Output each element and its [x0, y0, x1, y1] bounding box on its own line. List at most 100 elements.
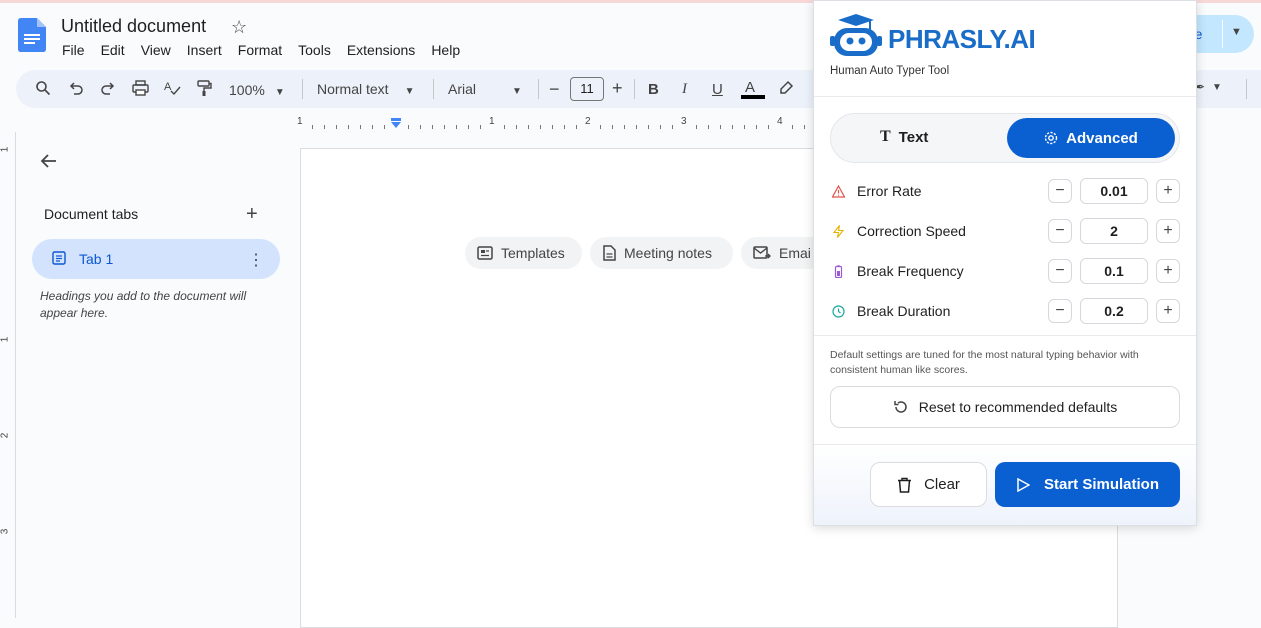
reset-label: Reset to recommended defaults: [918, 399, 1118, 415]
ruler-number: 3: [0, 528, 11, 535]
redo-icon[interactable]: [100, 80, 116, 96]
templates-chip[interactable]: Templates: [465, 237, 582, 269]
tab-advanced[interactable]: Advanced: [1007, 118, 1175, 158]
docs-logo-icon[interactable]: [18, 18, 46, 52]
headings-hint: Headings you add to the document will ap…: [40, 289, 247, 320]
correction-speed-decrease-button[interactable]: −: [1048, 219, 1072, 243]
tab-text-label: Text: [898, 128, 929, 146]
ruler-number: 1: [0, 336, 11, 343]
ruler-number: 1: [489, 116, 495, 127]
text-icon: T: [880, 128, 891, 145]
lightning-icon: [832, 224, 845, 238]
warning-icon: [832, 184, 845, 198]
toolbar-divider: [538, 79, 539, 99]
paragraph-style-select[interactable]: Normal text ▼: [317, 81, 414, 97]
menu-insert[interactable]: Insert: [187, 42, 222, 58]
correction-speed-increase-button[interactable]: +: [1156, 219, 1180, 243]
chevron-down-icon: ▼: [404, 86, 415, 97]
increase-font-icon[interactable]: +: [612, 78, 623, 99]
email-icon: [753, 246, 771, 259]
toolbar-divider: [433, 79, 434, 99]
document-title[interactable]: Untitled document: [61, 16, 206, 37]
menu-edit[interactable]: Edit: [101, 42, 125, 58]
tab-1[interactable]: [32, 239, 280, 279]
start-label: Start Simulation: [1043, 476, 1159, 493]
clear-button[interactable]: Clear: [870, 462, 987, 507]
decrease-font-icon[interactable]: −: [549, 79, 560, 100]
brand-name: PHRASLY.AI: [888, 24, 1036, 54]
break-frequency-input[interactable]: 0.1: [1080, 258, 1148, 284]
tab-label: Tab 1: [79, 251, 114, 267]
document-icon: [52, 251, 66, 270]
font-select[interactable]: Arial ▼: [448, 81, 522, 97]
menu-tools[interactable]: Tools: [298, 42, 331, 58]
share-divider: [1222, 20, 1223, 48]
menu-file[interactable]: File: [62, 42, 85, 58]
menu-bar: File Edit View Insert Format Tools Exten…: [62, 42, 476, 58]
tab-text[interactable]: T Text: [880, 128, 928, 146]
spellcheck-icon[interactable]: A: [164, 80, 181, 96]
brand-subtitle: Human Auto Typer Tool: [830, 65, 950, 77]
print-icon[interactable]: [132, 80, 149, 96]
error-rate-input[interactable]: 0.01: [1080, 178, 1148, 204]
chevron-down-icon: ▼: [274, 87, 285, 98]
star-icon[interactable]: ☆: [231, 17, 247, 38]
indent-marker-icon[interactable]: [390, 118, 402, 130]
italic-icon[interactable]: I: [682, 81, 687, 98]
break-duration-input[interactable]: 0.2: [1080, 298, 1148, 324]
search-icon[interactable]: [35, 80, 51, 96]
underline-icon[interactable]: U: [712, 81, 723, 98]
highlight-icon[interactable]: [778, 80, 794, 96]
font-size-input[interactable]: 11: [570, 77, 604, 101]
ruler-number: 3: [681, 116, 687, 127]
correction-speed-input[interactable]: 2: [1080, 218, 1148, 244]
chip-label: Meeting notes: [624, 245, 712, 261]
clear-label: Clear: [924, 476, 960, 493]
document-tabs-title: Document tabs: [44, 206, 139, 222]
text-color-icon[interactable]: A: [741, 78, 765, 100]
menu-view[interactable]: View: [141, 42, 171, 58]
tab-advanced-label: Advanced: [1066, 129, 1138, 147]
horizontal-ruler: 1 1 2 3 4: [297, 114, 820, 132]
setting-label: Break Frequency: [857, 263, 964, 279]
break-duration-increase-button[interactable]: +: [1156, 299, 1180, 323]
reset-defaults-button[interactable]: Reset to recommended defaults: [830, 386, 1180, 428]
setting-break-duration: Break Duration: [832, 303, 950, 319]
document-icon: [603, 245, 616, 261]
setting-error-rate: Error Rate: [832, 183, 922, 199]
gear-icon: [1044, 131, 1058, 145]
svg-text:A: A: [164, 81, 172, 93]
ruler-number: 2: [585, 116, 591, 127]
more-vert-icon[interactable]: ⋮: [248, 250, 264, 270]
undo-icon[interactable]: [68, 80, 84, 96]
break-duration-decrease-button[interactable]: −: [1048, 299, 1072, 323]
error-rate-increase-button[interactable]: +: [1156, 179, 1180, 203]
chevron-down-icon: ▼: [512, 86, 522, 97]
error-rate-decrease-button[interactable]: −: [1048, 179, 1072, 203]
chevron-down-icon[interactable]: ▼: [1212, 82, 1222, 93]
start-simulation-button[interactable]: Start Simulation: [995, 462, 1180, 507]
paint-format-icon[interactable]: [196, 80, 212, 97]
zoom-select[interactable]: 100% ▼: [229, 82, 285, 98]
bold-icon[interactable]: B: [648, 81, 659, 98]
break-frequency-decrease-button[interactable]: −: [1048, 259, 1072, 283]
setting-break-frequency: Break Frequency: [832, 263, 964, 279]
chip-label: Emai: [779, 245, 811, 261]
toolbar-divider: [634, 79, 635, 99]
templates-icon: [477, 246, 493, 260]
add-tab-icon[interactable]: +: [246, 203, 258, 226]
back-arrow-icon[interactable]: [40, 152, 58, 175]
menu-extensions[interactable]: Extensions: [347, 42, 415, 58]
ruler-number: 1: [297, 116, 303, 127]
play-icon: [1017, 477, 1030, 492]
chevron-down-icon[interactable]: ▼: [1231, 26, 1242, 38]
settings-note: Default settings are tuned for the most …: [830, 349, 1139, 376]
chip-label: Templates: [501, 245, 565, 261]
meeting-notes-chip[interactable]: Meeting notes: [590, 237, 733, 269]
font-value: Arial: [448, 81, 477, 97]
menu-format[interactable]: Format: [238, 42, 282, 58]
menu-help[interactable]: Help: [431, 42, 460, 58]
divider: [814, 335, 1196, 336]
toolbar-divider: [302, 79, 303, 99]
break-frequency-increase-button[interactable]: +: [1156, 259, 1180, 283]
